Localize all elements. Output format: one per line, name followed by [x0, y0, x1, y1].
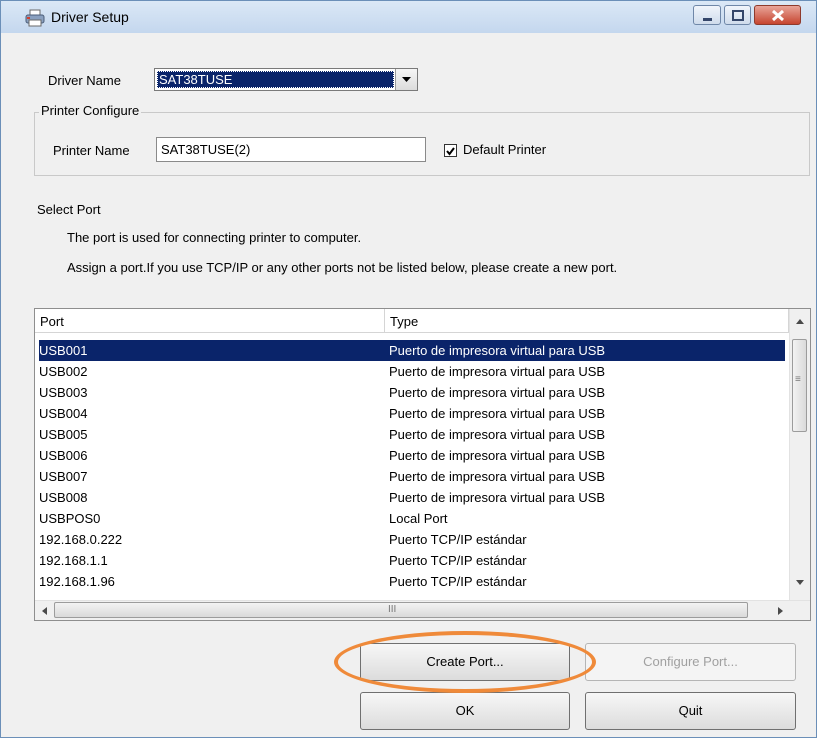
type-cell: Local Port — [389, 511, 448, 526]
port-list[interactable]: Port Type USB001 Puerto de impresora vir… — [34, 308, 811, 621]
type-cell: Puerto TCP/IP estándar — [389, 574, 527, 589]
horizontal-scrollbar[interactable]: III — [35, 600, 810, 620]
table-row[interactable]: USB004 Puerto de impresora virtual para … — [39, 403, 785, 424]
scroll-up-icon[interactable] — [795, 317, 805, 325]
type-cell: Puerto de impresora virtual para USB — [389, 343, 606, 358]
column-header-type[interactable]: Type — [385, 309, 789, 332]
table-row[interactable]: USB003 Puerto de impresora virtual para … — [39, 382, 785, 403]
checkmark-icon — [446, 147, 455, 156]
table-row[interactable]: USB001 Puerto de impresora virtual para … — [39, 340, 785, 361]
table-row[interactable]: USB006 Puerto de impresora virtual para … — [39, 445, 785, 466]
printer-configure-title: Printer Configure — [39, 103, 142, 118]
horizontal-scroll-grip: III — [388, 604, 397, 615]
maximize-icon — [732, 10, 744, 21]
printer-icon — [25, 9, 45, 27]
type-cell: Puerto de impresora virtual para USB — [389, 385, 606, 400]
type-cell: Puerto de impresora virtual para USB — [389, 427, 606, 442]
scroll-left-icon[interactable] — [40, 606, 48, 616]
create-port-button[interactable]: Create Port... — [360, 643, 570, 681]
scroll-right-icon[interactable] — [777, 606, 785, 616]
type-cell: Puerto de impresora virtual para USB — [389, 364, 606, 379]
title-bar[interactable]: Driver Setup — [1, 1, 816, 33]
vertical-scrollbar[interactable]: ≡ — [789, 309, 810, 601]
scroll-down-icon[interactable] — [795, 579, 805, 587]
ok-button[interactable]: OK — [360, 692, 570, 730]
vertical-scroll-thumb[interactable]: ≡ — [792, 339, 807, 432]
type-cell: Puerto de impresora virtual para USB — [389, 469, 606, 484]
type-cell: Puerto TCP/IP estándar — [389, 532, 527, 547]
minimize-icon — [703, 18, 712, 21]
printer-name-label: Printer Name — [53, 143, 130, 158]
table-row[interactable]: 192.168.1.96 Puerto TCP/IP estándar — [39, 571, 785, 592]
horizontal-scroll-thumb[interactable]: III — [54, 602, 748, 618]
chevron-down-icon[interactable] — [395, 69, 417, 90]
type-cell: Puerto de impresora virtual para USB — [389, 448, 606, 463]
select-port-desc-1: The port is used for connecting printer … — [67, 230, 362, 245]
driver-setup-window: Driver Setup Driver Name SAT38TUSE Print… — [0, 0, 817, 738]
select-port-title: Select Port — [37, 202, 101, 217]
table-row[interactable]: USB005 Puerto de impresora virtual para … — [39, 424, 785, 445]
port-cell: USB004 — [39, 406, 88, 421]
default-printer-label: Default Printer — [463, 142, 547, 157]
port-cell: USB001 — [39, 343, 88, 358]
port-cell: USB005 — [39, 427, 88, 442]
table-row[interactable]: 192.168.0.222 Puerto TCP/IP estándar — [39, 529, 785, 550]
select-port-desc-2: Assign a port.If you use TCP/IP or any o… — [67, 260, 618, 275]
port-cell: 192.168.1.1 — [39, 553, 108, 568]
type-cell: Puerto de impresora virtual para USB — [389, 406, 606, 421]
quit-button[interactable]: Quit — [585, 692, 796, 730]
table-row[interactable]: USBPOS0 Local Port — [39, 508, 785, 529]
port-cell: USB003 — [39, 385, 88, 400]
driver-name-label: Driver Name — [48, 73, 121, 88]
type-cell: Puerto de impresora virtual para USB — [389, 490, 606, 505]
port-cell: USB008 — [39, 490, 88, 505]
type-cell: Puerto TCP/IP estándar — [389, 553, 527, 568]
driver-name-dropdown[interactable]: SAT38TUSE — [154, 68, 418, 91]
port-list-header: Port Type — [35, 309, 789, 333]
port-cell: USB006 — [39, 448, 88, 463]
printer-name-field[interactable]: SAT38TUSE(2) — [156, 137, 426, 162]
table-row[interactable]: USB008 Puerto de impresora virtual para … — [39, 487, 785, 508]
table-row[interactable]: USB002 Puerto de impresora virtual para … — [39, 361, 785, 382]
vertical-scroll-grip: ≡ — [795, 374, 801, 385]
port-cell: 192.168.1.96 — [39, 574, 115, 589]
port-cell: USB007 — [39, 469, 88, 484]
port-cell: 192.168.0.222 — [39, 532, 123, 547]
column-header-port[interactable]: Port — [35, 309, 385, 332]
close-button[interactable] — [754, 5, 801, 25]
default-printer-checkbox[interactable] — [444, 144, 457, 157]
window-title: Driver Setup — [51, 9, 129, 25]
minimize-button[interactable] — [693, 5, 721, 25]
port-cell: USBPOS0 — [39, 511, 101, 526]
port-cell: USB002 — [39, 364, 88, 379]
table-row[interactable]: 192.168.1.1 Puerto TCP/IP estándar — [39, 550, 785, 571]
table-row[interactable]: USB007 Puerto de impresora virtual para … — [39, 466, 785, 487]
driver-name-selected: SAT38TUSE — [157, 71, 394, 88]
configure-port-button[interactable]: Configure Port... — [585, 643, 796, 681]
close-icon — [771, 9, 785, 22]
maximize-button[interactable] — [724, 5, 751, 25]
